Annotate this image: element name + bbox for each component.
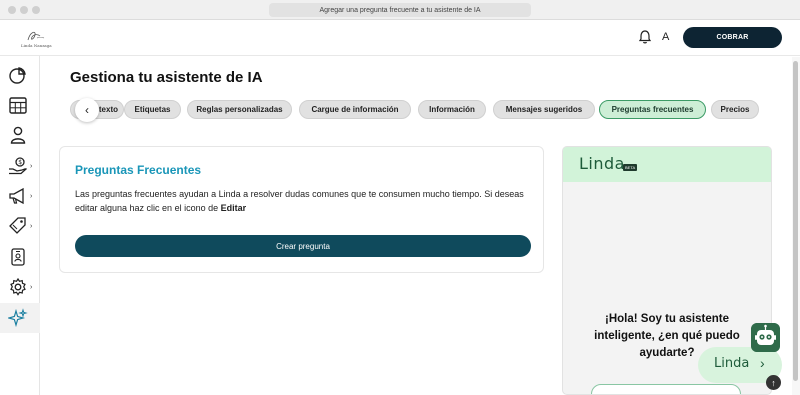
chevron-right-icon: ›	[30, 192, 33, 200]
chat-input[interactable]	[591, 384, 741, 394]
faq-description: Las preguntas frecuentes ayudan a Linda …	[75, 187, 535, 215]
maximize-window-button[interactable]	[32, 6, 40, 14]
sidebar-item-services[interactable]: ›	[0, 211, 40, 241]
user-avatar[interactable]: A	[662, 31, 669, 43]
minimize-window-button[interactable]	[20, 6, 28, 14]
tab-label: Cargue de información	[311, 105, 399, 114]
browser-titlebar: Agregar una pregunta frecuente a tu asis…	[0, 0, 800, 20]
tab-mensajes-sugeridos[interactable]: Mensajes sugeridos	[493, 100, 595, 119]
cobrar-button[interactable]: COBRAR	[683, 27, 782, 48]
sidebar-item-calendar[interactable]	[0, 90, 40, 120]
tab-preguntas-frecuentes[interactable]: Preguntas frecuentes	[599, 100, 706, 119]
chevron-left-icon: ‹	[85, 103, 89, 117]
sidebar: $ › › › ›	[0, 56, 40, 395]
faq-card: Preguntas Frecuentes Las preguntas frecu…	[59, 146, 544, 273]
tab-cargue-de-informacion[interactable]: Cargue de información	[299, 100, 411, 119]
money-hand-icon: $	[9, 157, 28, 175]
app-window: Agregar una pregunta frecuente a tu asis…	[0, 0, 800, 395]
megaphone-icon	[9, 187, 24, 205]
linda-assistant-label: Linda	[714, 356, 750, 371]
tab-label: Precios	[720, 105, 750, 114]
sidebar-item-settings[interactable]: ›	[0, 272, 40, 302]
beta-badge: BETA	[623, 164, 638, 171]
svg-text:$: $	[18, 159, 22, 166]
sidebar-item-dashboard[interactable]	[0, 60, 40, 90]
chevron-right-icon: ›	[30, 283, 33, 291]
settings-tabs: contexto Etiquetas Reglas personalizadas…	[70, 100, 790, 119]
sidebar-item-marketing[interactable]: ›	[0, 181, 40, 211]
scroll-to-top-button[interactable]: ↑	[766, 375, 781, 390]
faq-description-edit: Editar	[220, 203, 247, 213]
chevron-right-icon: ›	[760, 355, 765, 371]
tab-label: Información	[429, 105, 475, 114]
user-icon	[10, 126, 26, 144]
sidebar-item-staff[interactable]	[0, 242, 40, 272]
notifications-bell-icon[interactable]	[637, 29, 653, 45]
robot-icon[interactable]	[751, 323, 780, 352]
main-content: Gestiona tu asistente de IA contexto Eti…	[41, 57, 791, 395]
chevron-right-icon: ›	[30, 222, 33, 230]
brand-logo-text: Linda Nanzaga	[21, 43, 52, 48]
tag-icon	[9, 217, 26, 234]
sidebar-item-payments[interactable]: $ ›	[0, 151, 40, 181]
tab-label: Reglas personalizadas	[196, 105, 283, 114]
tab-label: Mensajes sugeridos	[505, 105, 583, 114]
page-title: Gestiona tu asistente de IA	[70, 69, 263, 86]
tab-etiquetas[interactable]: Etiquetas	[124, 100, 181, 119]
crear-pregunta-button[interactable]: Crear pregunta	[75, 235, 531, 257]
chevron-right-icon: ›	[30, 162, 33, 170]
arrow-up-icon: ↑	[771, 377, 776, 388]
pie-chart-icon	[9, 67, 26, 84]
close-window-button[interactable]	[8, 6, 16, 14]
tab-informacion[interactable]: Información	[418, 100, 486, 119]
chat-header: Linda BETA	[563, 147, 771, 182]
calendar-icon	[9, 97, 27, 114]
address-bar[interactable]: Agregar una pregunta frecuente a tu asis…	[269, 3, 531, 17]
scrollbar-thumb[interactable]	[793, 61, 798, 381]
sidebar-item-clients[interactable]	[0, 120, 40, 150]
tab-reglas-personalizadas[interactable]: Reglas personalizadas	[187, 100, 292, 119]
page-scrollbar[interactable]	[792, 57, 800, 395]
app-header: Linda Nanzaga A COBRAR	[0, 20, 800, 56]
id-badge-icon	[11, 248, 25, 266]
tabs-scroll-left-button[interactable]: ‹	[75, 98, 99, 122]
tab-precios[interactable]: Precios	[711, 100, 759, 119]
faq-title: Preguntas Frecuentes	[75, 163, 202, 177]
gear-icon	[10, 277, 26, 296]
tab-label: Preguntas frecuentes	[611, 105, 694, 114]
faq-description-text: Las preguntas frecuentes ayudan a Linda …	[75, 189, 524, 213]
chat-brand: Linda	[579, 154, 625, 173]
sparkles-icon	[8, 308, 28, 328]
sidebar-item-ai-assistant[interactable]	[0, 303, 40, 333]
tab-label: Etiquetas	[134, 105, 171, 114]
